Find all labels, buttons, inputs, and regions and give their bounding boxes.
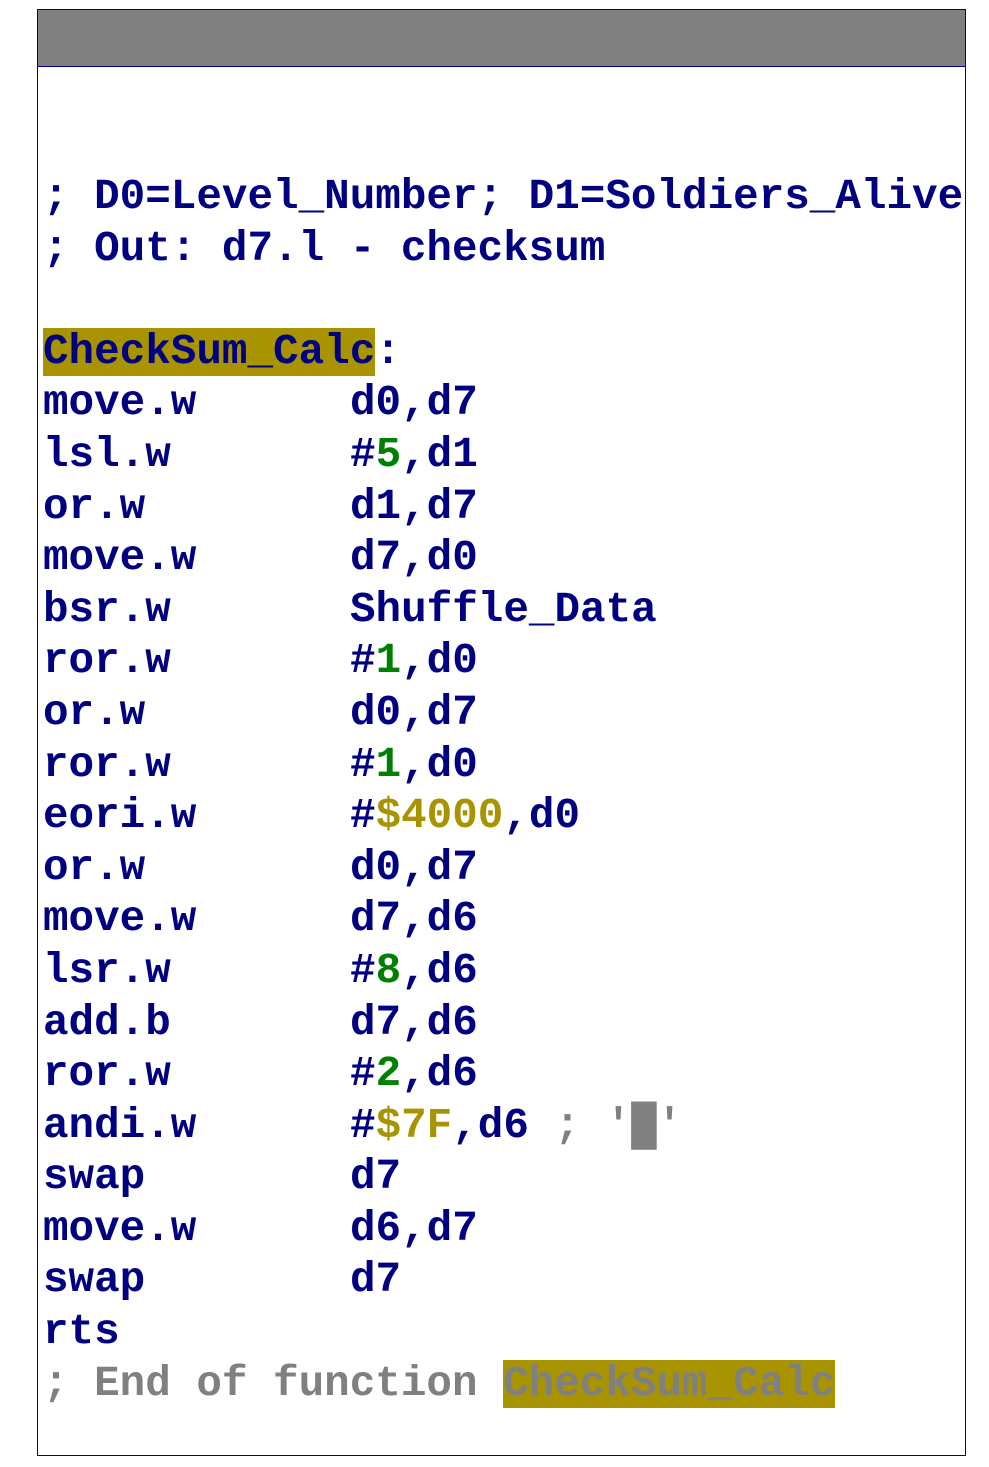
immediate-value: 1 [375, 637, 402, 686]
code-line[interactable]: or.w d1,d7 [43, 482, 963, 534]
operand-text: # [350, 430, 376, 479]
code-line[interactable]: move.w d7,d0 [43, 533, 963, 585]
instruction-mnemonic: bsr.w [43, 585, 171, 634]
instruction-mnemonic: swap [43, 1256, 146, 1305]
code-line[interactable]: add.b d7,d6 [43, 998, 963, 1050]
operand-text[interactable]: Shuffle_Data [350, 586, 657, 634]
code-line[interactable]: ; D0=Level_Number; D1=Soldiers_Alive [43, 172, 963, 224]
code-line[interactable]: ; Out: d7.l - checksum [43, 224, 963, 276]
immediate-value: 1 [375, 740, 402, 789]
instruction-mnemonic: move.w [43, 895, 197, 944]
instruction-mnemonic: lsl.w [43, 430, 171, 479]
code-line[interactable]: ; End of function CheckSum_Calc [43, 1359, 963, 1411]
operand-text: d7,d0 [350, 534, 478, 583]
instruction-mnemonic: move.w [43, 1204, 197, 1253]
operand-text: d0,d7 [350, 379, 478, 428]
disassembly-listing[interactable]: ; D0=Level_Number; D1=Soldiers_Alive; Ou… [43, 172, 963, 1410]
operand-text: d7 [350, 1153, 402, 1202]
operand-text: ,d0 [401, 637, 478, 686]
operand-text: ,d0 [503, 792, 581, 841]
immediate-value: $4000 [375, 792, 504, 841]
code-line[interactable]: CheckSum_Calc: [43, 327, 963, 379]
immediate-value: $7F [375, 1101, 453, 1150]
operand-text: ,d6 [452, 1101, 529, 1150]
code-line[interactable]: move.w d6,d7 [43, 1204, 963, 1256]
instruction-mnemonic: or.w [43, 482, 146, 531]
operand-text: d0,d7 [350, 688, 478, 737]
comment-text: ; End of function [43, 1359, 504, 1408]
instruction-mnemonic: andi.w [43, 1101, 197, 1150]
operand-text: # [350, 1050, 376, 1099]
operand-text: ,d6 [401, 946, 478, 995]
code-line[interactable]: ror.w #1,d0 [43, 740, 963, 792]
operand-text: ,d1 [401, 430, 478, 479]
instruction-mnemonic: or.w [43, 688, 146, 737]
instruction-mnemonic: or.w [43, 843, 146, 892]
code-line[interactable]: ror.w #1,d0 [43, 636, 963, 688]
function-label[interactable]: CheckSum_Calc [43, 327, 376, 376]
function-label[interactable]: CheckSum_Calc [503, 1359, 836, 1408]
operand-text: ,d6 [401, 1050, 478, 1099]
immediate-value: 2 [375, 1050, 402, 1099]
code-line[interactable]: swap d7 [43, 1152, 963, 1204]
code-line[interactable]: lsl.w #5,d1 [43, 430, 963, 482]
window-titlebar[interactable] [38, 10, 965, 67]
instruction-mnemonic: lsr.w [43, 946, 171, 995]
operand-text: d1,d7 [350, 482, 478, 531]
instruction-mnemonic: move.w [43, 534, 197, 583]
code-line[interactable]: lsr.w #8,d6 [43, 946, 963, 998]
operand-text: d0,d7 [350, 843, 478, 892]
disassembly-window: ; D0=Level_Number; D1=Soldiers_Alive; Ou… [37, 9, 966, 1456]
code-line[interactable]: andi.w #$7F,d6 ; '█' [43, 1101, 963, 1153]
operand-text: # [350, 1101, 376, 1150]
code-line[interactable] [43, 275, 963, 327]
code-line[interactable]: rts [43, 1307, 963, 1359]
code-line[interactable]: or.w d0,d7 [43, 688, 963, 740]
code-line[interactable]: eori.w #$4000,d0 [43, 791, 963, 843]
operand-text: d6,d7 [350, 1204, 478, 1253]
instruction-mnemonic: rts [43, 1308, 120, 1357]
operand-text: : [375, 327, 401, 376]
operand-text: # [350, 792, 376, 841]
operand-text: # [350, 740, 376, 789]
code-line[interactable]: ror.w #2,d6 [43, 1049, 963, 1101]
operand-text: d7,d6 [350, 998, 478, 1047]
code-line[interactable]: move.w d7,d6 [43, 894, 963, 946]
comment-text: ; '█' [528, 1101, 683, 1150]
comment-text: ; D0=Level_Number; D1=Soldiers_Alive [43, 173, 964, 221]
code-line[interactable]: bsr.w Shuffle_Data [43, 585, 963, 637]
operand-text: d7,d6 [350, 895, 478, 944]
instruction-mnemonic: ror.w [43, 1050, 171, 1099]
immediate-value: 5 [375, 430, 402, 479]
code-line[interactable]: swap d7 [43, 1255, 963, 1307]
operand-text: ,d0 [401, 740, 478, 789]
code-line[interactable]: move.w d0,d7 [43, 378, 963, 430]
code-line[interactable]: or.w d0,d7 [43, 843, 963, 895]
instruction-mnemonic: move.w [43, 379, 197, 428]
instruction-mnemonic: ror.w [43, 637, 171, 686]
instruction-mnemonic: swap [43, 1153, 146, 1202]
operand-text: # [350, 946, 376, 995]
comment-text: ; Out: d7.l - checksum [43, 224, 606, 273]
instruction-mnemonic: add.b [43, 998, 171, 1047]
operand-text: d7 [350, 1256, 402, 1305]
instruction-mnemonic: eori.w [43, 792, 197, 841]
instruction-mnemonic: ror.w [43, 740, 171, 789]
immediate-value: 8 [375, 946, 402, 995]
operand-text: # [350, 637, 376, 686]
